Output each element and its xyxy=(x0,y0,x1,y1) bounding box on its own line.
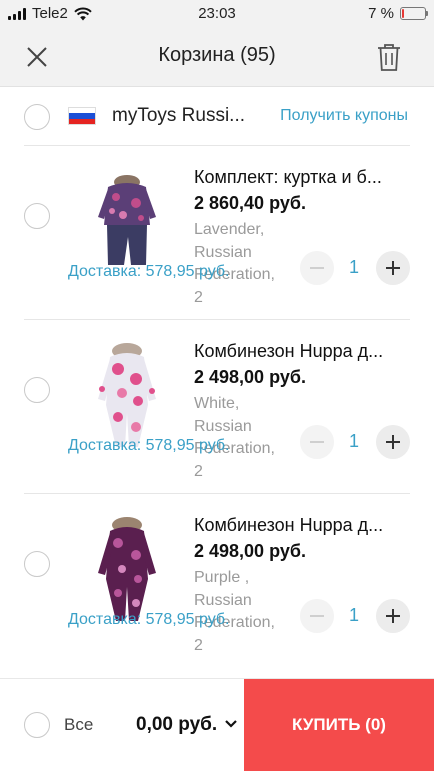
attr-size: 2 xyxy=(194,462,203,480)
checkout-bar: Все 0,00 руб. КУПИТЬ (0) xyxy=(0,678,434,771)
cart-item: Комбинезон Huppa д... 2 498,00 руб. Purp… xyxy=(0,495,434,667)
select-all-label[interactable]: Все xyxy=(64,715,93,735)
delivery-cost: Доставка: 578,95 руб. xyxy=(68,437,230,454)
cart-item: Комплект: куртка и б... 2 860,40 руб. La… xyxy=(0,147,434,319)
product-name[interactable]: Комбинезон Huppa д... xyxy=(194,515,410,536)
total-price[interactable]: 0,00 руб. xyxy=(136,714,217,736)
battery-icon xyxy=(400,7,428,20)
attr-color: Purple , xyxy=(194,569,250,586)
quantity-minus-button[interactable] xyxy=(300,251,334,285)
attr-size: 2 xyxy=(194,288,203,306)
cart-list: myToys Russi... Получить купоны Комплект… xyxy=(0,87,434,678)
russia-flag-icon xyxy=(68,107,96,125)
product-name[interactable]: Комбинезон Huppa д... xyxy=(194,341,410,362)
product-price: 2 860,40 руб. xyxy=(194,193,306,213)
item-select-radio[interactable] xyxy=(24,551,50,577)
product-image[interactable] xyxy=(78,513,176,625)
trash-icon[interactable] xyxy=(376,42,402,72)
select-all-radio[interactable] xyxy=(24,712,50,738)
delivery-cost: Доставка: 578,95 руб. xyxy=(68,611,230,628)
shop-row: myToys Russi... Получить купоны xyxy=(0,87,434,145)
attr-country: Russian xyxy=(194,591,252,609)
product-price: 2 498,00 руб. xyxy=(194,541,306,561)
status-bar: Tele2 23:03 7 % xyxy=(0,0,434,28)
attr-size: 2 xyxy=(194,636,203,654)
divider xyxy=(24,319,410,320)
product-image[interactable] xyxy=(78,165,176,277)
delivery-cost: Доставка: 578,95 руб. xyxy=(68,263,230,280)
quantity-plus-button[interactable] xyxy=(376,599,410,633)
quantity-plus-button[interactable] xyxy=(376,251,410,285)
battery-status: 7 % xyxy=(368,5,428,22)
attr-country: Russian xyxy=(194,243,252,261)
quantity-plus-button[interactable] xyxy=(376,425,410,459)
attr-color: White, xyxy=(194,395,240,412)
product-image[interactable] xyxy=(78,339,176,451)
divider xyxy=(24,493,410,494)
item-select-radio[interactable] xyxy=(24,377,50,403)
quantity-value: 1 xyxy=(348,257,359,277)
get-coupons-link[interactable]: Получить купоны xyxy=(280,107,408,125)
quantity-minus-button[interactable] xyxy=(300,425,334,459)
header: Корзина (95) xyxy=(0,28,434,87)
buy-button[interactable]: КУПИТЬ (0) xyxy=(244,679,434,771)
quantity-value: 1 xyxy=(348,605,359,625)
shop-name[interactable]: myToys Russi... xyxy=(112,105,252,127)
item-select-radio[interactable] xyxy=(24,203,50,229)
shop-select-radio[interactable] xyxy=(24,104,50,130)
quantity-value: 1 xyxy=(348,431,359,451)
quantity-minus-button[interactable] xyxy=(300,599,334,633)
attr-country: Russian xyxy=(194,417,252,435)
product-name[interactable]: Комплект: куртка и б... xyxy=(194,167,410,188)
attr-color: Lavender, xyxy=(194,221,265,238)
page-title: Корзина (95) xyxy=(158,44,276,66)
battery-percent: 7 % xyxy=(368,5,394,22)
cart-item: Комбинезон Huppa д... 2 498,00 руб. Whit… xyxy=(0,321,434,493)
product-price: 2 498,00 руб. xyxy=(194,367,306,387)
chevron-down-icon[interactable] xyxy=(224,719,238,729)
divider xyxy=(24,145,410,146)
